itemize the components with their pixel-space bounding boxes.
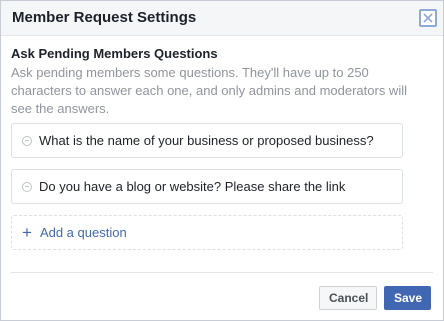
member-request-settings-dialog: Member Request Settings Ask Pending Memb… [0,0,444,321]
question-text: Do you have a blog or website? Please sh… [39,179,346,194]
section-description: Ask pending members some questions. They… [11,65,407,116]
section-title: Ask Pending Members Questions [11,46,218,61]
plus-icon: + [22,223,32,242]
close-icon [423,13,433,23]
dialog-body: Ask Pending Members Questions Ask pendin… [1,36,443,250]
remove-icon[interactable] [22,135,32,146]
footer-divider [11,272,433,273]
add-question-label: Add a question [39,225,127,240]
question-item[interactable]: Do you have a blog or website? Please sh… [11,169,403,204]
cancel-button[interactable]: Cancel [319,286,377,310]
question-text: What is the name of your business or pro… [39,133,374,148]
question-list: What is the name of your business or pro… [11,123,431,250]
save-button[interactable]: Save [384,286,431,310]
question-item[interactable]: What is the name of your business or pro… [11,123,403,158]
add-question-button[interactable]: + Add a question [11,215,403,250]
close-button[interactable] [419,9,437,27]
dialog-title: Member Request Settings [12,9,197,26]
remove-icon[interactable] [22,181,32,192]
dialog-header: Member Request Settings [1,1,443,36]
dialog-footer: Cancel Save [319,286,431,310]
